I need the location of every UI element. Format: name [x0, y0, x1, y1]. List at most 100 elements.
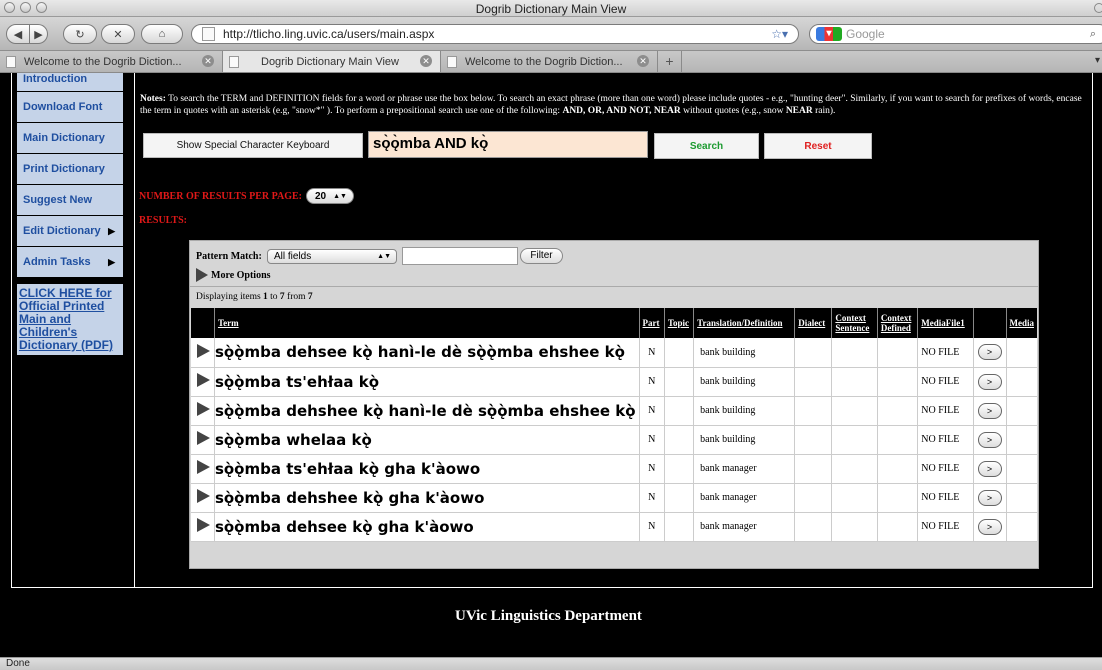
column-header-mediafile1[interactable]: MediaFile1: [917, 308, 974, 338]
filter-input[interactable]: [402, 247, 518, 265]
column-header-media[interactable]: Media: [1006, 308, 1037, 338]
column-header-term[interactable]: Term: [214, 308, 640, 338]
part-cell: N: [639, 454, 665, 483]
context-defined-cell: [877, 338, 919, 367]
expand-triangle-icon[interactable]: [197, 460, 210, 474]
definition-cell: bank manager: [693, 454, 796, 483]
play-cell: >: [973, 367, 1007, 396]
column-header-dialect[interactable]: Dialect: [794, 308, 833, 338]
submenu-arrow-icon: ▶: [108, 256, 115, 267]
home-button[interactable]: ⌂: [141, 24, 183, 44]
media-cell: [1006, 483, 1037, 512]
search-input[interactable]: sǫ̀ǫ̀mba AND kǫ̀: [368, 131, 648, 158]
reset-button[interactable]: Reset: [764, 133, 872, 159]
table-row[interactable]: sǫ̀ǫ̀mba dehsee kǫ̀ gha k'àowo Nbank mana…: [191, 512, 1037, 541]
tab-page-icon: [6, 55, 16, 68]
tab-welcome-2[interactable]: Welcome to the Dogrib Diction... ✕: [441, 51, 658, 72]
sidebar-item-suggest-new[interactable]: Suggest New: [17, 185, 123, 216]
notes-text: without quotes (e.g., snow: [680, 106, 786, 116]
close-tab-icon[interactable]: ✕: [202, 55, 214, 67]
address-bar[interactable]: http://tlicho.ling.uvic.ca/users/main.as…: [191, 24, 799, 44]
more-options-toggle[interactable]: More Options: [196, 268, 271, 282]
definition-cell: bank building: [693, 425, 796, 454]
forward-button[interactable]: ▶: [30, 24, 48, 44]
back-arrow-icon: ◀: [13, 28, 23, 41]
table-row[interactable]: sǫ̀ǫ̀mba dehshee kǫ̀ gha k'àowo Nbank man…: [191, 483, 1037, 512]
special-keyboard-button[interactable]: Show Special Character Keyboard: [143, 133, 363, 158]
search-placeholder[interactable]: Google: [846, 27, 885, 41]
column-header-topic[interactable]: Topic: [664, 308, 695, 338]
reload-button[interactable]: ↻: [63, 24, 97, 44]
sidebar-item-print-dictionary[interactable]: Print Dictionary: [17, 154, 123, 185]
row-expand-cell[interactable]: [191, 396, 215, 425]
sidebar-item-edit-dictionary[interactable]: Edit Dictionary ▶: [17, 216, 123, 247]
search-button[interactable]: Search: [654, 133, 759, 159]
url-text[interactable]: http://tlicho.ling.uvic.ca/users/main.as…: [223, 27, 771, 41]
expand-triangle-icon[interactable]: [197, 518, 210, 532]
row-expand-cell[interactable]: [191, 367, 215, 396]
sidebar-item-admin-tasks[interactable]: Admin Tasks ▶: [17, 247, 123, 278]
play-cell: >: [973, 338, 1007, 367]
expand-triangle-icon: [196, 268, 208, 282]
table-row[interactable]: sǫ̀ǫ̀mba dehsee kǫ̀ hanì-le dè sǫ̀ǫ̀mba …: [191, 338, 1037, 367]
row-expand-cell[interactable]: [191, 425, 215, 454]
page-content: Introduction Download Font Main Dictiona…: [0, 73, 1102, 657]
tab-page-icon: [229, 55, 239, 68]
play-button[interactable]: >: [977, 518, 1002, 535]
table-row[interactable]: sǫ̀ǫ̀mba dehshee kǫ̀ hanì-le dè sǫ̀ǫ̀mba…: [191, 396, 1037, 425]
tab-main-view[interactable]: Dogrib Dictionary Main View ✕: [223, 51, 441, 72]
status-bar: Done: [0, 657, 1102, 670]
sidebar-item-main-dictionary[interactable]: Main Dictionary: [17, 123, 123, 154]
tab-list-icon[interactable]: ▾: [1095, 55, 1100, 66]
column-header-context-defined[interactable]: Context Defined: [877, 308, 919, 338]
pattern-match-select[interactable]: All fields ▲▼: [267, 249, 397, 264]
play-button[interactable]: >: [977, 460, 1002, 477]
context-defined-cell: [877, 367, 919, 396]
notes-label: Notes:: [140, 94, 166, 104]
expand-triangle-icon[interactable]: [197, 402, 210, 416]
row-expand-cell[interactable]: [191, 483, 215, 512]
part-cell: N: [639, 512, 665, 541]
play-button[interactable]: >: [977, 344, 1002, 361]
expand-triangle-icon[interactable]: [197, 373, 210, 387]
table-row[interactable]: sǫ̀ǫ̀mba ts'ehłaa kǫ̀ gha k'àowo Nbank ma…: [191, 454, 1037, 483]
table-row[interactable]: sǫ̀ǫ̀mba whelaa kǫ̀ Nbank building NO FILE…: [191, 425, 1037, 454]
row-expand-cell[interactable]: [191, 454, 215, 483]
term-cell: sǫ̀ǫ̀mba dehsee kǫ̀ hanì-le dè sǫ̀ǫ̀mba …: [214, 338, 640, 367]
table-row[interactable]: sǫ̀ǫ̀mba ts'ehłaa kǫ̀ Nbank building NO FI…: [191, 367, 1037, 396]
search-engine-bar[interactable]: ▾ Google ⌕: [809, 24, 1102, 44]
term-cell: sǫ̀ǫ̀mba ts'ehłaa kǫ̀ gha k'àowo: [214, 454, 640, 483]
window-titlebar: Dogrib Dictionary Main View: [0, 0, 1102, 17]
expand-triangle-icon[interactable]: [197, 489, 210, 503]
play-button[interactable]: >: [977, 489, 1002, 506]
topic-cell: [664, 454, 695, 483]
play-button[interactable]: >: [977, 402, 1002, 419]
close-tab-icon[interactable]: ✕: [637, 55, 649, 67]
sidebar-item-introduction[interactable]: Introduction: [17, 73, 123, 92]
mediafile-cell: NO FILE: [917, 338, 974, 367]
bookmark-star-icon[interactable]: ☆▾: [771, 27, 788, 41]
row-expand-cell[interactable]: [191, 512, 215, 541]
google-logo-icon[interactable]: ▾: [816, 27, 842, 41]
filter-button[interactable]: Filter: [520, 248, 563, 264]
per-page-select[interactable]: 20 ▲▼: [305, 188, 354, 204]
sidebar-item-download-font[interactable]: Download Font: [17, 92, 123, 123]
magnifier-icon[interactable]: ⌕: [1090, 28, 1096, 41]
column-header-definition[interactable]: Translation/Definition: [693, 308, 796, 338]
column-header-part[interactable]: Part: [639, 308, 665, 338]
toolbar-toggle-button[interactable]: [1094, 3, 1102, 13]
play-button[interactable]: >: [977, 373, 1002, 390]
stop-button[interactable]: ✕: [101, 24, 135, 44]
term-cell: sǫ̀ǫ̀mba ts'ehłaa kǫ̀: [214, 367, 640, 396]
pdf-dictionary-link[interactable]: CLICK HERE for Official Printed Main and…: [17, 284, 123, 355]
expand-triangle-icon[interactable]: [197, 431, 210, 445]
play-button[interactable]: >: [977, 431, 1002, 448]
notes-text: rain).: [812, 106, 836, 116]
back-button[interactable]: ◀: [6, 24, 30, 44]
new-tab-button[interactable]: +: [658, 51, 682, 72]
row-expand-cell[interactable]: [191, 338, 215, 367]
expand-triangle-icon[interactable]: [197, 343, 210, 358]
tab-welcome-1[interactable]: Welcome to the Dogrib Diction... ✕: [0, 51, 223, 72]
column-header-context-sentence[interactable]: Context Sentence: [831, 308, 878, 338]
close-tab-icon[interactable]: ✕: [420, 55, 432, 67]
